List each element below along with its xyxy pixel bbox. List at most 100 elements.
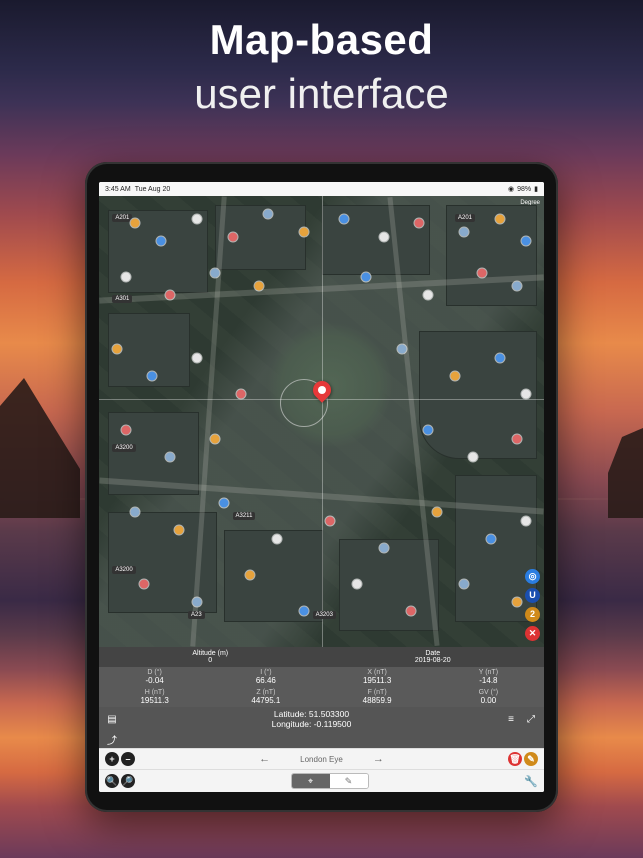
wifi-icon: ◉ xyxy=(508,185,514,193)
poi-marker[interactable] xyxy=(406,606,415,615)
poi-marker[interactable] xyxy=(237,390,246,399)
list-icon[interactable]: ≡ xyxy=(504,712,518,726)
locate-button[interactable]: ◎ xyxy=(525,569,540,584)
poi-marker[interactable] xyxy=(415,219,424,228)
tablet-frame: 3:45 AM Tue Aug 20 ◉ 98% ▮ Degree xyxy=(85,162,558,812)
poi-marker[interactable] xyxy=(495,214,504,223)
date-header: Date 2019-08-20 xyxy=(322,647,545,667)
poi-marker[interactable] xyxy=(264,210,273,219)
poi-marker[interactable] xyxy=(451,372,460,381)
poi-marker[interactable] xyxy=(175,525,184,534)
poi-marker[interactable] xyxy=(379,543,388,552)
poi-marker[interactable] xyxy=(486,534,495,543)
poi-marker[interactable] xyxy=(273,534,282,543)
road-badge: A3203 xyxy=(313,611,336,619)
poi-marker[interactable] xyxy=(459,228,468,237)
poi-marker[interactable] xyxy=(157,237,166,246)
poi-marker[interactable] xyxy=(477,268,486,277)
promo-title: Map-based xyxy=(0,16,643,64)
document-icon[interactable]: ▤ xyxy=(105,712,119,726)
data-cell: H (nT)19511.3 xyxy=(99,687,210,707)
poi-marker[interactable] xyxy=(246,570,255,579)
status-bar: 3:45 AM Tue Aug 20 ◉ 98% ▮ xyxy=(99,182,544,196)
poi-marker[interactable] xyxy=(166,291,175,300)
layers-button[interactable]: U xyxy=(525,588,540,603)
map-side-controls: ◎ U 2 ✕ xyxy=(525,569,540,641)
mode-segmented-control[interactable]: ⌖ ✎ xyxy=(291,773,369,789)
screen: 3:45 AM Tue Aug 20 ◉ 98% ▮ Degree xyxy=(99,182,544,792)
share-icon[interactable]: ⤴ xyxy=(105,732,119,746)
poi-marker[interactable] xyxy=(513,435,522,444)
map-view[interactable]: Degree A201 xyxy=(99,196,544,647)
settings-icon[interactable]: 🔧 xyxy=(524,774,538,788)
poi-marker[interactable] xyxy=(459,579,468,588)
poi-marker[interactable] xyxy=(326,516,335,525)
poi-marker[interactable] xyxy=(495,354,504,363)
data-panel: Altitude (m) 0 Date 2019-08-20 D (°)-0.0… xyxy=(99,647,544,707)
poi-marker[interactable] xyxy=(424,426,433,435)
poi-marker[interactable] xyxy=(121,426,130,435)
share-bar: ⤴ ? xyxy=(99,732,544,748)
poi-marker[interactable] xyxy=(112,345,121,354)
road-badge: A301 xyxy=(112,295,132,303)
coordinate-bar: ▤ Latitude: 51.503300 Longitude: -0.1195… xyxy=(99,707,544,732)
poi-marker[interactable] xyxy=(513,282,522,291)
poi-marker[interactable] xyxy=(299,606,308,615)
record-button[interactable]: 2 xyxy=(525,607,540,622)
data-cell: F (nT)48859.9 xyxy=(322,687,433,707)
road-badge: A3200 xyxy=(112,444,135,452)
poi-marker[interactable] xyxy=(397,345,406,354)
poi-marker[interactable] xyxy=(522,516,531,525)
poi-marker[interactable] xyxy=(424,291,433,300)
poi-marker[interactable] xyxy=(468,453,477,462)
mode-draw[interactable]: ✎ xyxy=(330,774,368,788)
poi-marker[interactable] xyxy=(121,273,130,282)
data-cell: Y (nT)-14.8 xyxy=(433,667,544,687)
poi-marker[interactable] xyxy=(210,268,219,277)
poi-marker[interactable] xyxy=(130,219,139,228)
poi-marker[interactable] xyxy=(433,507,442,516)
poi-marker[interactable] xyxy=(192,214,201,223)
road-badge: A23 xyxy=(188,611,205,619)
road-badge: A201 xyxy=(455,214,475,222)
expand-icon[interactable]: ⤢ xyxy=(524,712,538,726)
data-cell: GV (°)0.00 xyxy=(433,687,544,707)
close-map-button[interactable]: ✕ xyxy=(525,626,540,641)
poi-marker[interactable] xyxy=(166,453,175,462)
data-cell: I (°)66.46 xyxy=(210,667,321,687)
poi-marker[interactable] xyxy=(192,597,201,606)
poi-marker[interactable] xyxy=(192,354,201,363)
building-block xyxy=(322,205,431,275)
poi-marker[interactable] xyxy=(255,282,264,291)
poi-marker[interactable] xyxy=(228,232,237,241)
poi-marker[interactable] xyxy=(339,214,348,223)
poi-marker[interactable] xyxy=(353,579,362,588)
add-button[interactable]: + xyxy=(105,752,119,766)
data-cell: D (°)-0.04 xyxy=(99,667,210,687)
altitude-header: Altitude (m) 0 xyxy=(99,647,322,667)
prev-button[interactable]: ← xyxy=(259,753,270,765)
remove-button[interactable]: – xyxy=(121,752,135,766)
status-date: Tue Aug 20 xyxy=(135,186,171,193)
poi-marker[interactable] xyxy=(210,435,219,444)
next-button[interactable]: → xyxy=(373,753,384,765)
poi-marker[interactable] xyxy=(379,232,388,241)
poi-marker[interactable] xyxy=(130,507,139,516)
poi-marker[interactable] xyxy=(513,597,522,606)
nav-bar: + – ← London Eye → 🗑 ✎ xyxy=(99,748,544,769)
delete-button[interactable]: 🗑 xyxy=(508,752,522,766)
battery-icon: ▮ xyxy=(534,185,538,193)
poi-marker[interactable] xyxy=(362,273,371,282)
road-badge: A3200 xyxy=(112,566,135,574)
zoom-out-button[interactable]: 🔎 xyxy=(121,774,135,788)
bottom-toolbar: 🔍 🔎 ⌖ ✎ 🔧 xyxy=(99,769,544,792)
edit-button[interactable]: ✎ xyxy=(524,752,538,766)
poi-marker[interactable] xyxy=(219,498,228,507)
poi-marker[interactable] xyxy=(148,372,157,381)
poi-marker[interactable] xyxy=(522,237,531,246)
poi-marker[interactable] xyxy=(522,390,531,399)
mode-pin[interactable]: ⌖ xyxy=(292,774,330,788)
zoom-in-button[interactable]: 🔍 xyxy=(105,774,119,788)
poi-marker[interactable] xyxy=(139,579,148,588)
poi-marker[interactable] xyxy=(299,228,308,237)
